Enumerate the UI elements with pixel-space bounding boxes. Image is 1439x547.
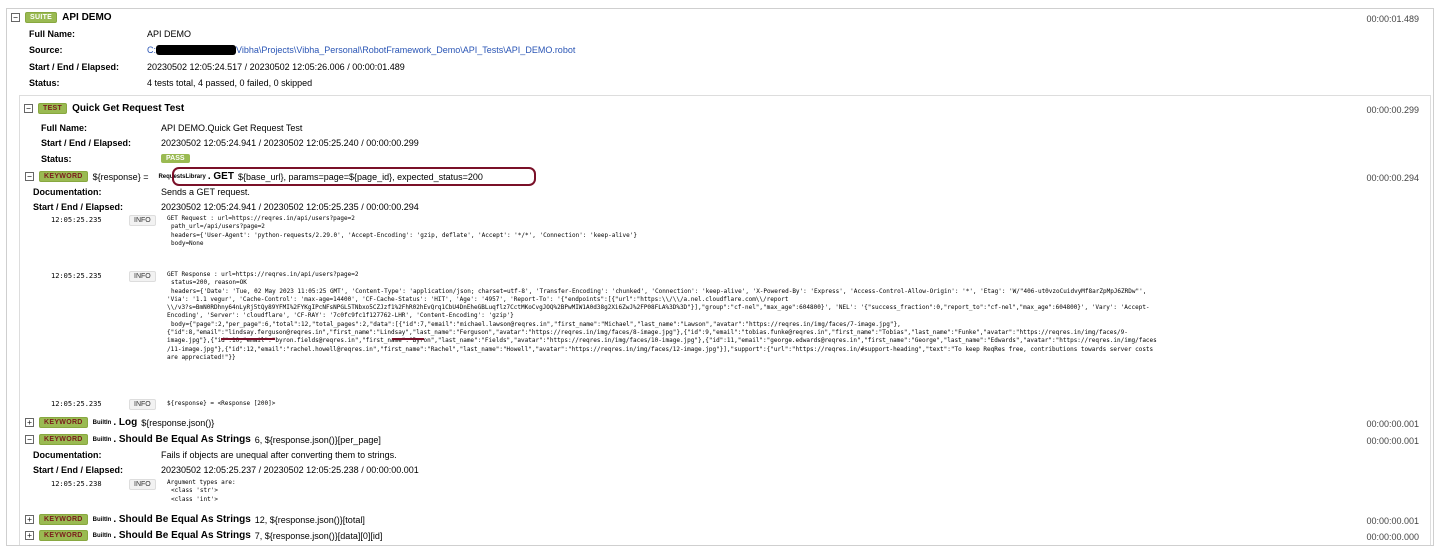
keyword-name: . Should Be Equal As Strings: [113, 530, 251, 541]
underline-annotation: [221, 338, 275, 340]
keyword-badge: KEYWORD: [39, 171, 88, 182]
keyword-library: BuiltIn: [92, 419, 112, 426]
keyword-id-header[interactable]: + KEYWORD BuiltIn . Should Be Equal As S…: [25, 530, 382, 541]
suite-status: 4 tests total, 4 passed, 0 failed, 0 ski…: [147, 78, 313, 88]
expand-toggle-icon[interactable]: +: [25, 531, 34, 540]
collapse-toggle-icon[interactable]: −: [25, 435, 34, 444]
keyword-badge: KEYWORD: [39, 530, 88, 541]
log-message: GET Request : url=https://reqres.in/api/…: [167, 215, 637, 247]
suite-source-label: Source:: [29, 45, 63, 55]
expand-toggle-icon[interactable]: +: [25, 418, 34, 427]
keyword-library: BuiltIn: [92, 532, 112, 539]
keyword-assign: ${response} =: [92, 171, 149, 182]
keyword-name: . Should Be Equal As Strings: [113, 434, 251, 445]
keyword-elapsed: 00:00:00.001: [1366, 436, 1419, 446]
log-level: INFO: [129, 215, 156, 226]
test-header[interactable]: − TEST Quick Get Request Test: [24, 103, 184, 114]
suite-fullname-label: Full Name:: [29, 29, 76, 39]
kw3-doc-label: Documentation:: [33, 450, 102, 460]
keyword-library: BuiltIn: [92, 516, 112, 523]
keyword-badge: KEYWORD: [39, 417, 88, 428]
keyword-per-page-header[interactable]: − KEYWORD BuiltIn . Should Be Equal As S…: [25, 434, 381, 445]
keyword-log-header[interactable]: + KEYWORD BuiltIn . Log ${response.json(…: [25, 417, 214, 428]
redaction-bar: [156, 45, 236, 55]
suite-source-link[interactable]: C: Vibha\Projects\Vibha_Personal\RobotFr…: [147, 45, 575, 55]
log-time: 12:05:25.238: [51, 480, 102, 488]
log-level: INFO: [129, 399, 156, 410]
kw3-times: 20230502 12:05:25.237 / 20230502 12:05:2…: [161, 465, 419, 475]
keyword-elapsed: 00:00:00.000: [1366, 532, 1419, 542]
suite-times-label: Start / End / Elapsed:: [29, 62, 120, 72]
kw1-doc-label: Documentation:: [33, 187, 102, 197]
source-prefix: C:: [147, 45, 156, 55]
log-time: 12:05:25.235: [51, 400, 102, 408]
log-message: Argument types are: <class 'str'> <class…: [167, 479, 236, 503]
suite-panel: − SUITE API DEMO 00:00:01.489 Full Name:…: [6, 8, 1434, 546]
underline-annotation: [392, 338, 424, 340]
keyword-badge: KEYWORD: [39, 434, 88, 445]
log-level: INFO: [129, 271, 156, 282]
kw3-times-label: Start / End / Elapsed:: [33, 465, 124, 475]
status-badge: PASS: [161, 154, 190, 163]
collapse-toggle-icon[interactable]: −: [11, 13, 20, 22]
suite-header[interactable]: − SUITE API DEMO: [11, 12, 112, 23]
suite-status-label: Status:: [29, 78, 60, 88]
test-badge: TEST: [38, 103, 68, 114]
keyword-library: BuiltIn: [92, 436, 112, 443]
kw3-doc: Fails if objects are unequal after conve…: [161, 450, 397, 460]
collapse-toggle-icon[interactable]: −: [24, 104, 33, 113]
test-fullname: API DEMO.Quick Get Request Test: [161, 123, 303, 133]
suite-fullname: API DEMO: [147, 29, 192, 39]
log-time: 12:05:25.235: [51, 272, 102, 280]
keyword-total-header[interactable]: + KEYWORD BuiltIn . Should Be Equal As S…: [25, 514, 365, 525]
expand-toggle-icon[interactable]: +: [25, 515, 34, 524]
keyword-elapsed: 00:00:00.001: [1366, 419, 1419, 429]
suite-times: 20230502 12:05:24.517 / 20230502 12:05:2…: [147, 62, 405, 72]
keyword-args: 12, ${response.json()}[total]: [254, 514, 365, 525]
keyword-elapsed: 00:00:00.294: [1366, 173, 1419, 183]
test-status-label: Status:: [41, 154, 72, 164]
log-message: ${response} = <Response [200]>: [167, 400, 276, 407]
keyword-args: 6, ${response.json()}[per_page]: [254, 434, 381, 445]
log-level: INFO: [129, 479, 156, 490]
highlight-annotation: [172, 167, 536, 186]
kw1-doc: Sends a GET request.: [161, 187, 250, 197]
kw1-times: 20230502 12:05:24.941 / 20230502 12:05:2…: [161, 202, 419, 212]
log-message: GET Response : url=https://reqres.in/api…: [167, 271, 1157, 361]
keyword-args: ${response.json()}: [141, 417, 215, 428]
suite-badge: SUITE: [25, 12, 58, 23]
suite-name: API DEMO: [62, 12, 112, 23]
source-path: Vibha\Projects\Vibha_Personal\RobotFrame…: [236, 45, 576, 55]
test-name: Quick Get Request Test: [72, 103, 185, 114]
kw1-times-label: Start / End / Elapsed:: [33, 202, 124, 212]
test-elapsed: 00:00:00.299: [1366, 105, 1419, 115]
test-times: 20230502 12:05:24.941 / 20230502 12:05:2…: [161, 138, 419, 148]
suite-elapsed: 00:00:01.489: [1366, 14, 1419, 24]
keyword-name: . Should Be Equal As Strings: [113, 514, 251, 525]
keyword-name: . Log: [113, 417, 138, 428]
log-time: 12:05:25.235: [51, 216, 102, 224]
test-fullname-label: Full Name:: [41, 123, 88, 133]
keyword-args: 7, ${response.json()}[data][0][id]: [254, 530, 383, 541]
keyword-elapsed: 00:00:00.001: [1366, 516, 1419, 526]
test-times-label: Start / End / Elapsed:: [41, 138, 132, 148]
collapse-toggle-icon[interactable]: −: [25, 172, 34, 181]
keyword-badge: KEYWORD: [39, 514, 88, 525]
